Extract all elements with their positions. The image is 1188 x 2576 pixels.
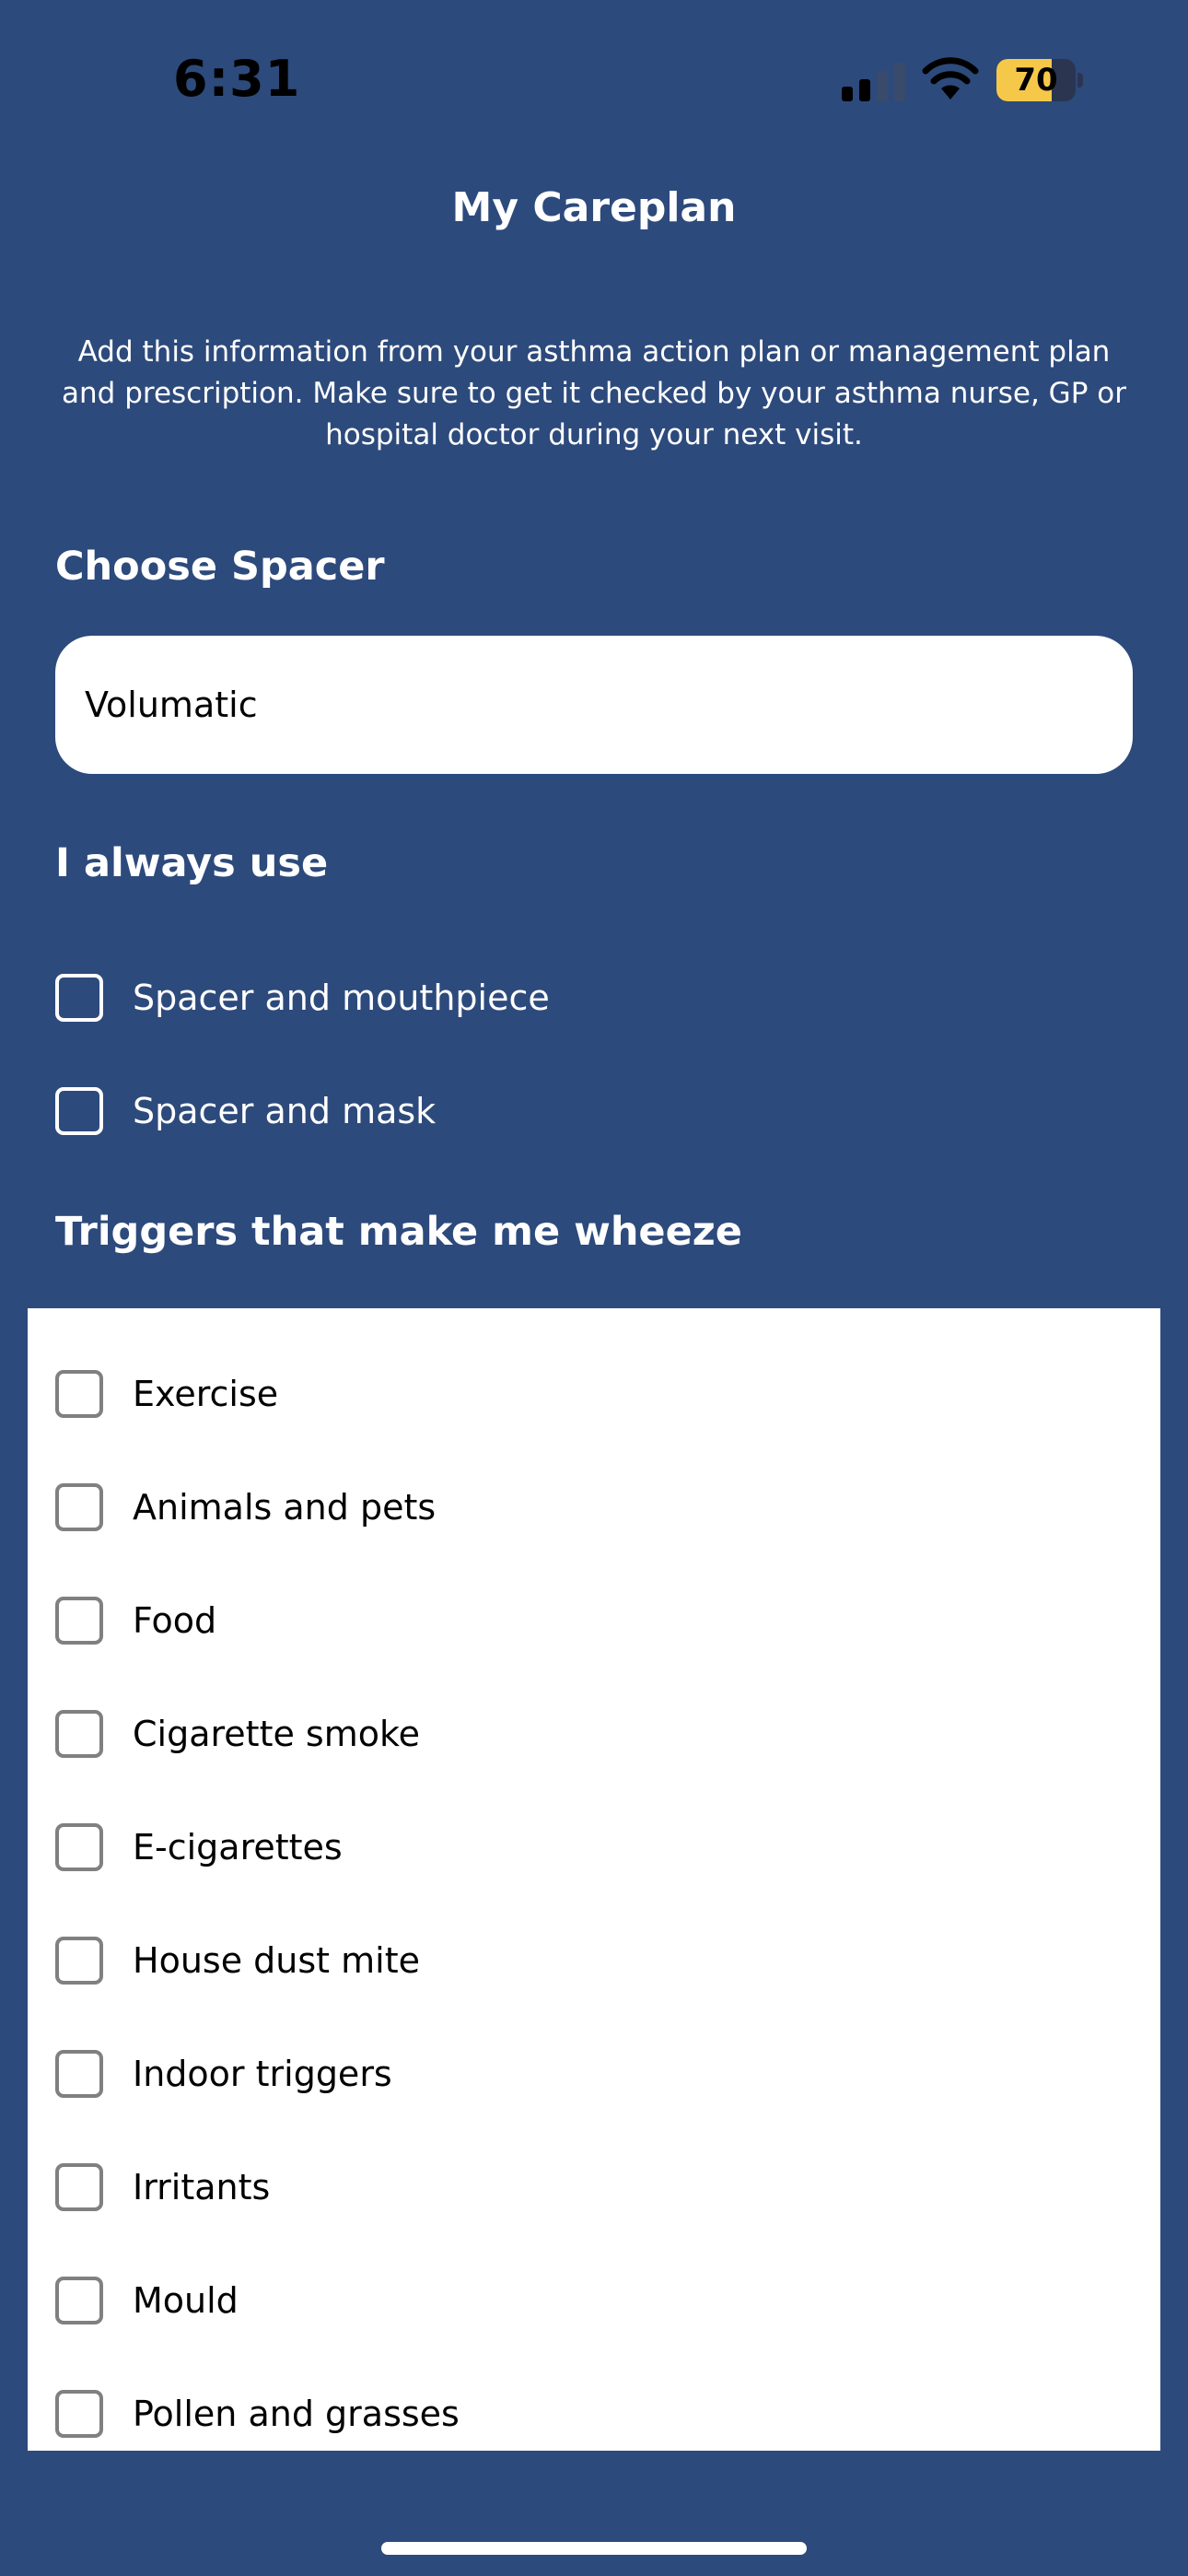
option-label: Food [133, 1600, 217, 1641]
option-label: Exercise [133, 1374, 279, 1414]
trigger-mould[interactable]: Mould [55, 2273, 239, 2328]
spacer-value: Volumatic [85, 685, 258, 725]
checkbox[interactable] [55, 1087, 103, 1135]
option-spacer-mouthpiece[interactable]: Spacer and mouthpiece [55, 970, 550, 1025]
option-label: House dust mite [133, 1940, 420, 1981]
option-label: E-cigarettes [133, 1827, 343, 1868]
option-label: Indoor triggers [133, 2054, 392, 2094]
triggers-heading: Triggers that make me wheeze [55, 1209, 742, 1255]
checkbox[interactable] [55, 2277, 103, 2324]
battery-icon: 70 [996, 59, 1083, 101]
always-use-heading: I always use [55, 840, 329, 886]
signal-icon [842, 61, 906, 101]
spacer-heading: Choose Spacer [55, 544, 385, 590]
checkbox[interactable] [55, 1597, 103, 1645]
option-label: Cigarette smoke [133, 1714, 421, 1754]
trigger-exercise[interactable]: Exercise [55, 1366, 278, 1422]
spacer-select[interactable]: Volumatic [55, 636, 1133, 774]
checkbox[interactable] [55, 1483, 103, 1531]
trigger-cigarette-smoke[interactable]: Cigarette smoke [55, 1706, 420, 1762]
checkbox[interactable] [55, 2390, 103, 2438]
trigger-indoor-triggers[interactable]: Indoor triggers [55, 2046, 392, 2102]
trigger-irritants[interactable]: Irritants [55, 2160, 270, 2215]
checkbox[interactable] [55, 2050, 103, 2098]
checkbox[interactable] [55, 1710, 103, 1758]
battery-level: 70 [1014, 62, 1058, 99]
wifi-icon [922, 57, 979, 100]
checkbox[interactable] [55, 1937, 103, 1985]
checkbox[interactable] [55, 1370, 103, 1418]
trigger-house-dust-mite[interactable]: House dust mite [55, 1933, 420, 1988]
option-label: Animals and pets [133, 1487, 437, 1528]
trigger-pollen-and-grasses[interactable]: Pollen and grasses [55, 2386, 460, 2441]
checkbox[interactable] [55, 974, 103, 1022]
option-label: Spacer and mask [133, 1091, 437, 1131]
checkbox[interactable] [55, 1823, 103, 1871]
page-title: My Careplan [451, 184, 737, 231]
trigger-food[interactable]: Food [55, 1593, 216, 1648]
trigger-animals-and-pets[interactable]: Animals and pets [55, 1480, 436, 1535]
status-time: 6:31 [173, 50, 301, 108]
option-label: Spacer and mouthpiece [133, 978, 550, 1018]
trigger-e-cigarettes[interactable]: E-cigarettes [55, 1820, 343, 1875]
intro-text: Add this information from your asthma ac… [62, 335, 1126, 451]
status-bar: 6:31 70 [0, 0, 1188, 157]
option-label: Mould [133, 2280, 239, 2321]
checkbox[interactable] [55, 2163, 103, 2211]
option-label: Irritants [133, 2167, 271, 2207]
triggers-list: Exercise Animals and pets Food Cigarette… [28, 1308, 1160, 2451]
home-indicator[interactable] [381, 2542, 807, 2555]
option-label: Pollen and grasses [133, 2394, 460, 2434]
option-spacer-mask[interactable]: Spacer and mask [55, 1083, 436, 1139]
